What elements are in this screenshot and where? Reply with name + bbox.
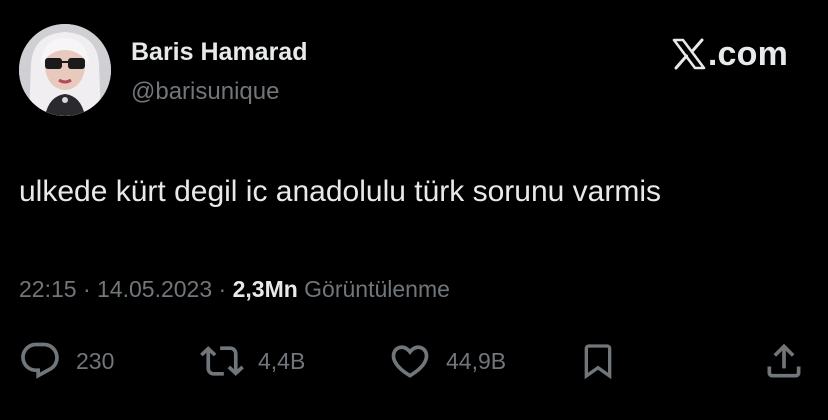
tweet-text: ulkede kürt degil ic anadolulu türk soru…: [19, 175, 661, 208]
retweet-button[interactable]: 4,4B: [200, 336, 305, 386]
like-count: 44,9B: [446, 347, 507, 374]
retweet-count: 4,4B: [258, 347, 306, 374]
profile-photo: [19, 24, 111, 116]
retweet-icon: [200, 346, 244, 376]
heart-icon: [391, 345, 429, 378]
reply-button[interactable]: 230: [18, 336, 114, 386]
share-icon: [767, 343, 801, 378]
meta-separator: ·: [218, 276, 227, 302]
x-logo-icon: [672, 38, 706, 70]
bookmark-icon: [584, 344, 612, 380]
bookmark-button[interactable]: [578, 336, 618, 386]
avatar[interactable]: [19, 24, 111, 116]
views-label: Görüntülenme: [304, 276, 450, 302]
share-button[interactable]: [762, 336, 806, 386]
reply-icon: [21, 342, 59, 379]
tweet-time[interactable]: 22:15: [19, 276, 77, 302]
meta-separator: ·: [82, 276, 91, 302]
like-button[interactable]: 44,9B: [388, 336, 506, 386]
brand-domain: .com: [707, 34, 788, 73]
tweet-meta: 22:15 · 14.05.2023 · 2,3Mn Görüntülenme: [19, 276, 450, 303]
views-count[interactable]: 2,3Mn: [233, 276, 298, 302]
reply-count: 230: [76, 347, 115, 374]
display-name[interactable]: Baris Hamarad: [131, 38, 307, 67]
user-handle[interactable]: @barisunique: [131, 78, 279, 106]
tweet-date[interactable]: 14.05.2023: [97, 276, 212, 302]
brand-mark: .com: [672, 34, 788, 74]
action-bar: 230 4,4B 44,9B: [0, 336, 828, 386]
